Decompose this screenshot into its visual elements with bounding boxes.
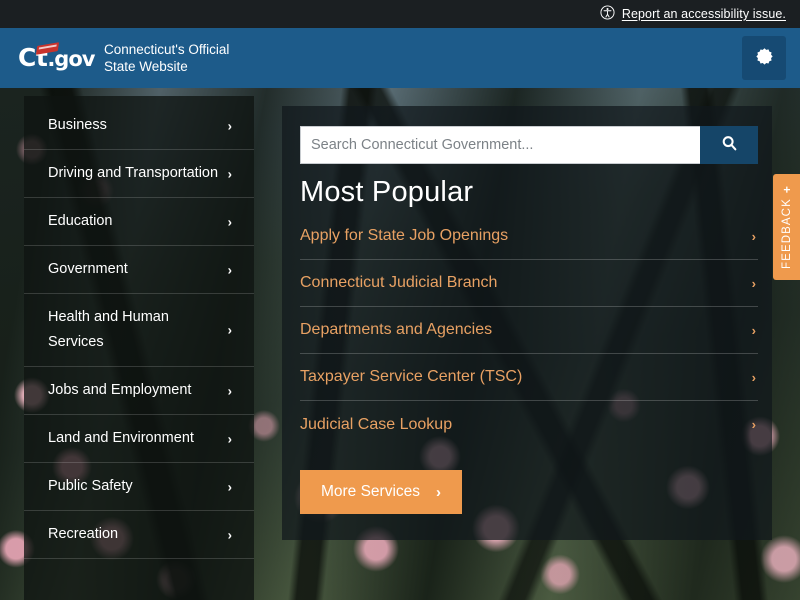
main-content-panel: Most Popular Apply for State Job Opening… [282, 106, 772, 540]
tagline-line-1: Connecticut's Official [104, 42, 230, 57]
accessibility-bar: Report an accessibility issue. [0, 0, 800, 28]
chevron-right-icon: › [227, 322, 232, 338]
list-item[interactable]: Taxpayer Service Center (TSC) › [300, 354, 758, 401]
chevron-right-icon: › [227, 527, 232, 542]
chevron-right-icon: › [227, 118, 232, 133]
search-input[interactable] [300, 126, 700, 164]
sidebar-item-recreation[interactable]: Recreation › [24, 511, 254, 559]
sidebar-item-government[interactable]: Government › [24, 246, 254, 294]
chevron-right-icon: › [227, 262, 232, 277]
search-icon [720, 134, 739, 156]
chevron-right-icon: › [227, 166, 232, 181]
chevron-right-icon: › [751, 228, 756, 244]
sidebar-item-label: Public Safety [48, 478, 133, 494]
sidebar-item-label: Government [48, 261, 128, 277]
list-item[interactable]: Connecticut Judicial Branch › [300, 260, 758, 307]
accessibility-icon [600, 5, 615, 23]
feedback-tab-inner: FEEDBACK + [780, 185, 794, 269]
chevron-right-icon: › [751, 369, 756, 385]
sidebar-item-label: Recreation [48, 526, 119, 542]
sidebar-item-driving-and-transportation[interactable]: Driving and Transportation › [24, 150, 254, 198]
list-item[interactable]: Departments and Agencies › [300, 307, 758, 354]
chevron-right-icon: › [751, 275, 756, 291]
list-item[interactable]: Judicial Case Lookup › [300, 401, 758, 448]
feedback-tab[interactable]: FEEDBACK + [773, 174, 800, 280]
list-item-label: Taxpayer Service Center (TSC) [300, 368, 523, 385]
chevron-right-icon: › [227, 479, 232, 494]
ct-gov-logo[interactable]: Ct.gov [18, 41, 95, 75]
search-button[interactable] [700, 126, 758, 164]
list-item-label: Judicial Case Lookup [300, 415, 453, 433]
chevron-right-icon: › [751, 417, 756, 432]
site-tagline: Connecticut's Official State Website [104, 41, 229, 75]
sidebar-item-label: Business [48, 117, 107, 133]
sidebar-item-label: Driving and Transportation [48, 165, 219, 181]
accessibility-link-label: Report an accessibility issue. [621, 7, 786, 21]
feedback-tab-label: FEEDBACK [780, 198, 793, 269]
tagline-line-2: State Website [104, 59, 188, 74]
sidebar-item-label: Land and Environment [48, 430, 194, 446]
plus-icon: + [779, 185, 794, 194]
page-root: Report an accessibility issue. Ct.gov Co… [0, 0, 800, 600]
sidebar-item-land-and-environment[interactable]: Land and Environment › [24, 415, 254, 463]
sidebar-item-label: Jobs and Employment [48, 382, 192, 398]
sidebar-item-public-safety[interactable]: Public Safety › [24, 463, 254, 511]
sidebar-item-business[interactable]: Business › [24, 102, 254, 150]
sidebar-item-label: Education [48, 213, 113, 229]
most-popular-list: Apply for State Job Openings › Connectic… [300, 213, 758, 448]
gear-icon [755, 47, 774, 69]
sidebar-item-health-and-human-services[interactable]: Health and Human Services › [24, 294, 254, 367]
settings-button[interactable] [742, 36, 786, 80]
page-title: Most Popular [300, 176, 474, 208]
category-sidebar: Business › Driving and Transportation › … [24, 96, 254, 600]
sidebar-item-label: Health and Human Services [48, 309, 169, 350]
search-bar [300, 126, 758, 164]
list-item-label: Apply for State Job Openings [300, 227, 509, 244]
chevron-right-icon: › [227, 214, 232, 229]
list-item-label: Connecticut Judicial Branch [300, 274, 498, 291]
chevron-right-icon: › [436, 483, 442, 501]
sidebar-item-education[interactable]: Education › [24, 198, 254, 246]
more-services-label: More Services [320, 483, 421, 500]
sidebar-item-jobs-and-employment[interactable]: Jobs and Employment › [24, 367, 254, 415]
more-services-button[interactable]: More Services › [300, 470, 462, 514]
report-accessibility-issue-link[interactable]: Report an accessibility issue. [600, 5, 786, 23]
site-header: Ct.gov Connecticut's Official State Webs… [0, 28, 800, 88]
chevron-right-icon: › [227, 383, 232, 398]
list-item-label: Departments and Agencies [300, 321, 493, 338]
chevron-right-icon: › [751, 322, 756, 338]
list-item[interactable]: Apply for State Job Openings › [300, 213, 758, 260]
chevron-right-icon: › [227, 431, 232, 446]
